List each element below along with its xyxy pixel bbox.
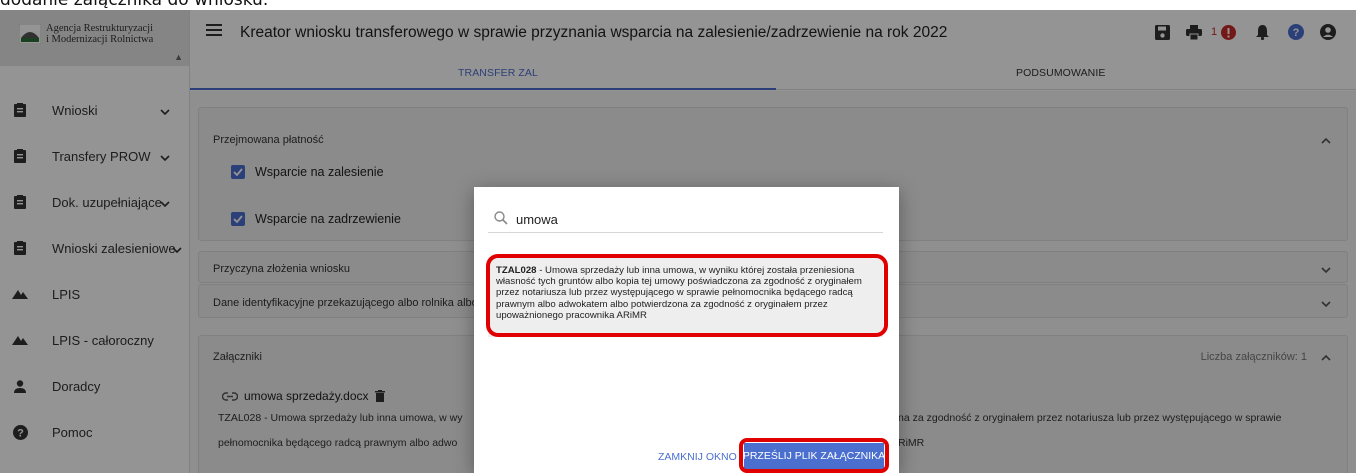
search-icon — [494, 211, 508, 225]
search-input[interactable] — [516, 209, 876, 229]
close-dialog-button[interactable]: ZAMKNIJ OKNO — [658, 451, 737, 463]
result-highlight-frame — [486, 254, 888, 337]
attachment-dialog: TZAL028 - Umowa sprzedaży lub inna umowa… — [474, 187, 899, 473]
page-caption-overlay: dodanie załącznika do wniosku. — [0, 0, 269, 10]
upload-highlight-frame — [739, 438, 889, 473]
search-field — [488, 207, 883, 233]
